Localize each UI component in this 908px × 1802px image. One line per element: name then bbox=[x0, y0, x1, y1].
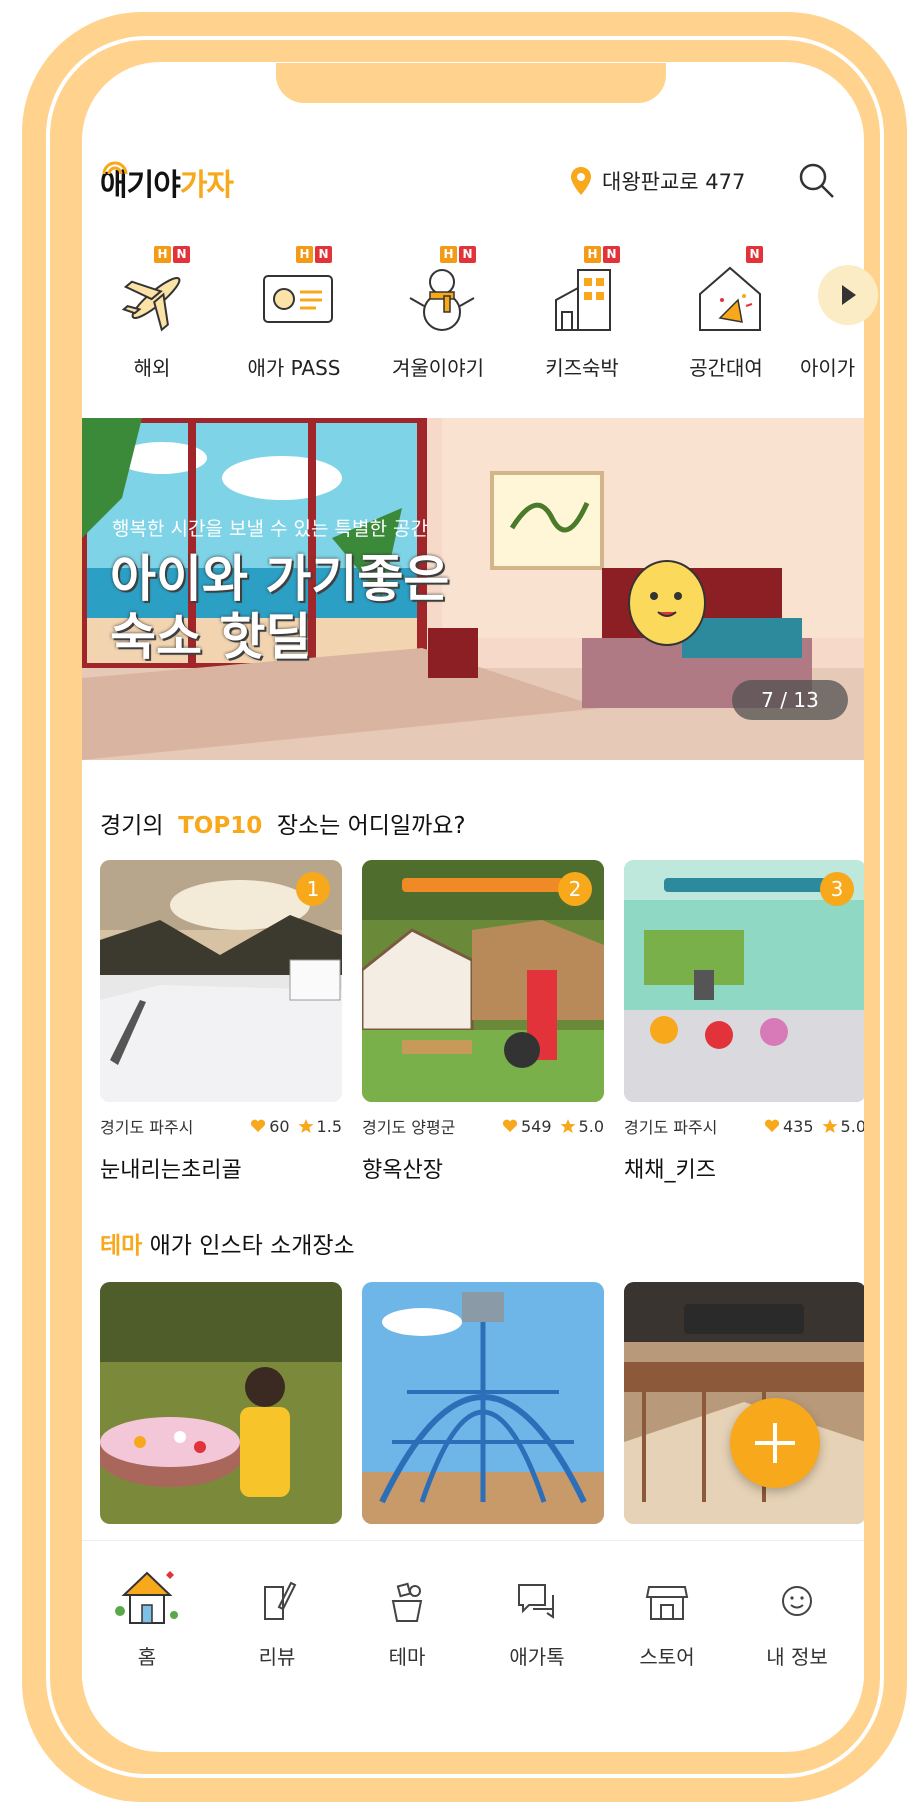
star-icon bbox=[298, 1119, 314, 1133]
tab-label: 테마 bbox=[388, 1645, 426, 1669]
search-icon[interactable] bbox=[796, 160, 836, 200]
theme-icon bbox=[391, 1582, 423, 1622]
add-button[interactable] bbox=[730, 1398, 820, 1488]
play-arrow-icon bbox=[842, 285, 856, 305]
place-rating: 5.0 bbox=[822, 1117, 864, 1136]
place-likes: 60 bbox=[250, 1116, 290, 1136]
star-icon bbox=[560, 1119, 576, 1133]
top10-carousel: 1 경기도 파주시 60 1.5 눈내리는초리골 2 경기도 양평군 549 5… bbox=[100, 860, 864, 1190]
section-title-highlight: TOP10 bbox=[178, 813, 263, 839]
tab-label: 스토어 bbox=[639, 1645, 695, 1669]
logo-text-part2: 가자 bbox=[179, 168, 234, 203]
category-space-rental[interactable]: N 공간대여 bbox=[656, 240, 796, 390]
place-name: 눈내리는초리골 bbox=[100, 1158, 242, 1183]
section-title-prefix: 경기의 bbox=[100, 813, 164, 839]
place-name: 향옥산장 bbox=[362, 1158, 443, 1183]
place-meta: 경기도 파주시 435 5.0 bbox=[624, 1114, 864, 1138]
category-winter[interactable]: H N 겨울이야기 bbox=[368, 240, 508, 390]
location-pin-icon bbox=[571, 167, 591, 195]
category-kids-stay[interactable]: H N 키즈숙박 bbox=[512, 240, 652, 390]
building-icon bbox=[555, 269, 611, 331]
tab-store[interactable]: 스토어 bbox=[602, 1541, 732, 1681]
tab-profile[interactable]: 내 정보 bbox=[732, 1541, 862, 1681]
location-selector[interactable]: 대왕판교로 477 bbox=[570, 166, 745, 196]
heart-icon bbox=[502, 1119, 518, 1132]
likes-count: 435 bbox=[783, 1116, 814, 1136]
rating-value: 5.0 bbox=[840, 1116, 864, 1136]
theme-image bbox=[624, 1282, 864, 1524]
section-title-suffix: 애가 인스타 소개장소 bbox=[149, 1233, 355, 1259]
category-scroll-button[interactable] bbox=[818, 265, 878, 325]
theme-section-title: 테마 애가 인스타 소개장소 bbox=[100, 1226, 355, 1260]
section-title-highlight: 테마 bbox=[100, 1233, 143, 1259]
home-icon bbox=[115, 1571, 178, 1624]
rating-value: 5.0 bbox=[578, 1116, 604, 1136]
place-rating: 5.0 bbox=[560, 1117, 604, 1136]
location-text: 대왕판교로 477 bbox=[602, 170, 746, 194]
profile-icon bbox=[782, 1586, 812, 1616]
category-overseas[interactable]: H N 해외 bbox=[82, 240, 222, 390]
category-label: 애가 PASS bbox=[247, 356, 341, 380]
place-rating: 1.5 bbox=[298, 1117, 342, 1136]
category-label: 아이가 bbox=[800, 356, 856, 380]
tab-label: 내 정보 bbox=[766, 1645, 828, 1669]
tab-label: 리뷰 bbox=[258, 1645, 296, 1669]
promo-banner[interactable]: 행복한 시간을 보낼 수 있는 특별한 공간 아이와 가기좋은 숙소 핫딜 7 … bbox=[82, 418, 864, 760]
tab-chat[interactable]: 애가톡 bbox=[472, 1541, 602, 1681]
place-likes: 435 bbox=[764, 1117, 814, 1136]
category-pass[interactable]: H N 애가 PASS bbox=[224, 240, 364, 390]
rank-badge: 1 bbox=[296, 872, 330, 906]
place-region: 경기도 파주시 bbox=[100, 1118, 194, 1137]
app-logo[interactable]: 애기야 가자 bbox=[100, 160, 234, 204]
rating-value: 1.5 bbox=[316, 1116, 342, 1136]
star-icon bbox=[822, 1119, 838, 1133]
category-label: 해외 bbox=[133, 356, 171, 380]
likes-count: 60 bbox=[269, 1116, 290, 1136]
party-house-icon bbox=[699, 266, 761, 331]
bottom-tab-bar: 홈 리뷰 테마 애가톡 스토어 내 정보 bbox=[82, 1540, 864, 1681]
category-label: 겨울이야기 bbox=[392, 356, 484, 380]
likes-count: 549 bbox=[521, 1116, 552, 1136]
place-meta: 경기도 양평군 549 5.0 bbox=[362, 1114, 604, 1138]
heart-icon bbox=[251, 1119, 266, 1132]
banner-title: 아이와 가기좋은 숙소 핫딜 bbox=[110, 550, 450, 666]
category-label: 키즈숙박 bbox=[545, 356, 619, 380]
banner-page-counter: 7 / 13 bbox=[732, 680, 848, 720]
rank-badge: 3 bbox=[820, 872, 854, 906]
heart-icon bbox=[764, 1119, 780, 1132]
tab-label: 홈 bbox=[137, 1645, 157, 1669]
store-icon bbox=[645, 1586, 689, 1620]
tab-home[interactable]: 홈 bbox=[82, 1541, 212, 1681]
place-meta: 경기도 파주시 60 1.5 bbox=[100, 1114, 342, 1138]
tab-review[interactable]: 리뷰 bbox=[212, 1541, 342, 1681]
top10-section-title: 경기의 TOP10 장소는 어디일까요? bbox=[100, 806, 466, 840]
airplane-icon bbox=[121, 276, 181, 332]
place-name: 채채_키즈 bbox=[624, 1158, 716, 1183]
category-label: 공간대여 bbox=[689, 356, 763, 380]
tab-label: 애가톡 bbox=[509, 1645, 565, 1669]
tab-theme[interactable]: 테마 bbox=[342, 1541, 472, 1681]
section-title-suffix: 장소는 어디일까요? bbox=[276, 813, 466, 839]
logo-arc-icon bbox=[102, 161, 128, 174]
category-row: H N 해외 H N 애가 PASS H N 겨울이야기 H N 키즈숙박 N … bbox=[82, 240, 864, 390]
place-region: 경기도 양평군 bbox=[362, 1118, 456, 1137]
review-icon bbox=[264, 1581, 297, 1620]
theme-image bbox=[362, 1282, 604, 1524]
chat-icon bbox=[518, 1584, 554, 1619]
phone-notch bbox=[276, 63, 666, 103]
rank-badge: 2 bbox=[558, 872, 592, 906]
theme-image bbox=[100, 1282, 342, 1524]
banner-subtitle: 행복한 시간을 보낼 수 있는 특별한 공간 bbox=[112, 518, 428, 540]
place-likes: 549 bbox=[502, 1117, 552, 1136]
pass-card-icon bbox=[263, 275, 333, 323]
place-region: 경기도 파주시 bbox=[624, 1118, 718, 1137]
snowman-icon bbox=[409, 269, 475, 331]
